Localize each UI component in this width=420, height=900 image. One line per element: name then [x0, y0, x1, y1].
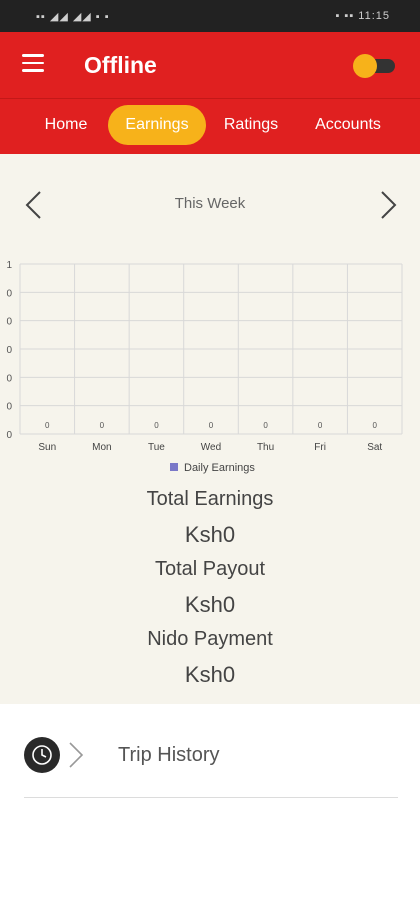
trip-history-row[interactable]: Trip History: [0, 734, 420, 784]
status-icons-right: ▪ ▪▪ 11:15: [335, 10, 390, 22]
y-tick-label: 0: [6, 288, 12, 299]
legend-label: Daily Earnings: [184, 462, 255, 474]
tab-earnings[interactable]: Earnings: [108, 105, 206, 145]
x-tick-label: Wed: [201, 442, 221, 453]
total-earnings-value: Ksh0: [184, 522, 236, 547]
menu-icon[interactable]: [22, 54, 44, 72]
chevron-right-icon: [69, 742, 84, 768]
x-tick-label: Sat: [367, 442, 382, 453]
history-section: Trip History: [0, 704, 420, 900]
bar-data-label: 0: [154, 421, 159, 430]
x-tick-label: Tue: [148, 442, 165, 453]
x-tick-label: Thu: [257, 442, 274, 453]
bar-data-label: 0: [318, 421, 323, 430]
total-payout-label: Total Payout: [154, 558, 266, 580]
bar-data-label: 0: [209, 421, 214, 430]
legend-swatch: [170, 463, 178, 471]
bar-data-label: 0: [45, 421, 50, 430]
tab-home[interactable]: Home: [32, 105, 100, 145]
tab-accounts[interactable]: Accounts: [302, 105, 394, 145]
next-week-chevron-icon[interactable]: [372, 190, 402, 220]
y-tick-label: 0: [6, 430, 12, 441]
tab-bar: Home Earnings Ratings Accounts: [0, 98, 420, 155]
online-toggle[interactable]: [353, 54, 395, 78]
x-tick-label: Fri: [314, 442, 326, 453]
tab-ratings[interactable]: Ratings: [214, 105, 288, 145]
bar-data-label: 0: [100, 421, 105, 430]
status-bar: ▪▪ ◢◢ ◢◢ ▪ ▪ ▪ ▪▪ 11:15: [0, 0, 420, 32]
bar-data-label: 0: [263, 421, 268, 430]
toggle-thumb: [353, 54, 377, 78]
x-tick-label: Mon: [92, 442, 111, 453]
app-bar: Offline: [0, 32, 420, 98]
status-icons-left: ▪▪ ◢◢ ◢◢ ▪ ▪: [36, 11, 110, 23]
y-tick-label: 0: [6, 402, 12, 413]
status-title: Offline: [84, 52, 157, 78]
nido-payment-label: Nido Payment: [147, 628, 273, 650]
period-label: This Week: [174, 195, 246, 212]
total-payout-value: Ksh0: [184, 592, 236, 617]
y-tick-label: 1: [6, 260, 12, 271]
bar-data-label: 0: [372, 421, 377, 430]
total-earnings-label: Total Earnings: [146, 488, 274, 510]
y-tick-label: 0: [6, 373, 12, 384]
y-tick-label: 0: [6, 317, 12, 328]
nido-payment-value: Ksh0: [184, 662, 236, 687]
clock-icon: [24, 737, 60, 773]
trip-history-label: Trip History: [118, 744, 220, 766]
daily-earnings-chart: 1 0 0 0 0 0 0 0 Sun 0 Mon 0 Tue 0 Wed 0 Thu 0 Fri 0 Sat Daily…: [6, 260, 403, 474]
divider: [24, 797, 398, 798]
x-tick-label: Sun: [38, 442, 56, 453]
earnings-panel: This Week 1 0 0 0 0 0 0 0 Sun 0 Mon 0 Tue 0 Wed 0 Thu 0 Fr…: [0, 154, 420, 704]
y-tick-label: 0: [6, 345, 12, 356]
